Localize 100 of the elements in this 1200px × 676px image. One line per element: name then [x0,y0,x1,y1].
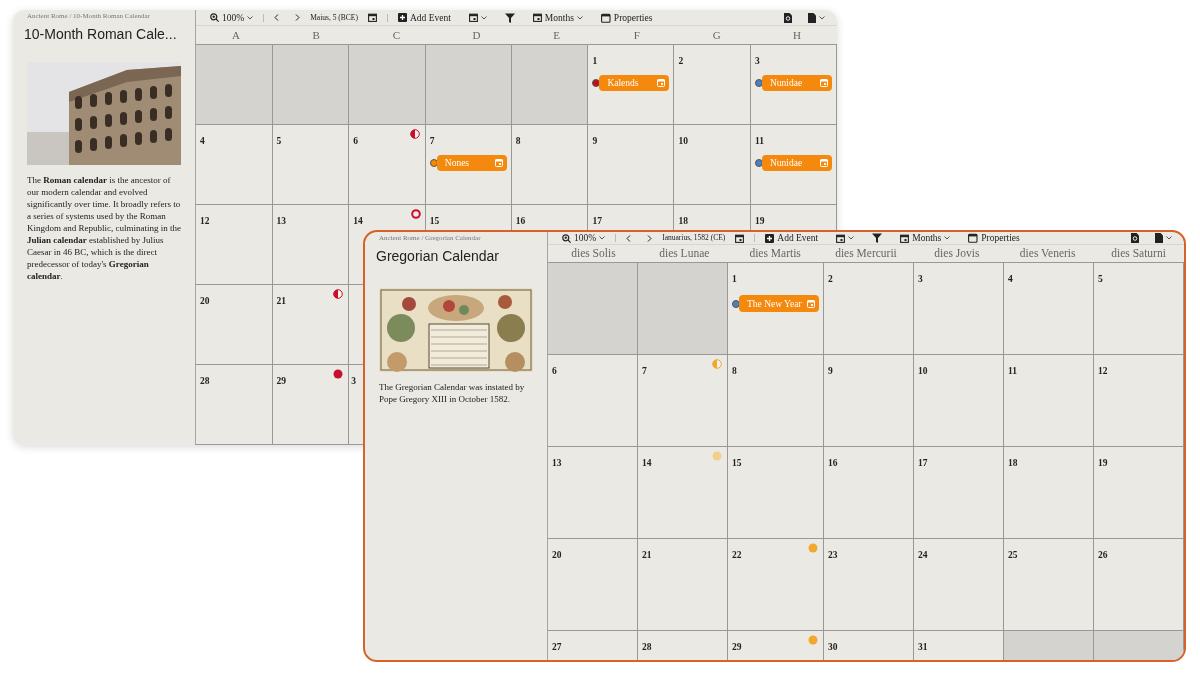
day-cell[interactable]: 7 [638,355,728,448]
day-cell[interactable]: 29 [272,365,350,445]
day-cell[interactable]: 5 [1094,263,1184,356]
calendar-icon [807,299,815,308]
day-cell[interactable]: 22 [728,539,824,632]
day-cell[interactable]: 9 [824,355,914,448]
column-header: A [231,27,242,43]
day-number: 19 [755,215,765,227]
day-cell[interactable]: 10 [914,355,1004,448]
filter-icon[interactable] [872,233,883,243]
day-cell[interactable]: 19 [751,205,837,230]
day-cell[interactable]: 16 [824,447,914,540]
day-cell[interactable]: 24 [914,539,1004,632]
day-cell[interactable]: 20 [196,285,273,365]
column-header: dies Veneris [1018,246,1077,261]
day-cell[interactable]: 5 [272,125,350,205]
add-event-button[interactable]: Add Event [397,11,451,24]
calendar-icon [820,79,828,87]
day-cell[interactable]: 17 [588,205,675,230]
day-cell[interactable]: 12 [196,205,273,285]
day-cell[interactable]: 19 [1094,447,1184,540]
day-cell[interactable]: 10 [674,125,751,205]
day-cell[interactable]: 18 [1004,447,1094,540]
day-number: 8 [732,365,737,378]
day-cell[interactable]: 11 Nunidae [751,125,837,205]
day-cell[interactable]: 21 [272,285,350,365]
day-number: 17 [592,215,602,227]
view-dropdown[interactable]: Months [532,11,583,24]
view-dropdown[interactable]: Months [900,232,951,244]
zoom-dropdown[interactable]: 100% [210,11,254,24]
day-cell[interactable]: 23 [824,539,914,632]
day-number: 6 [552,365,557,378]
chevron-left-icon[interactable] [274,14,280,22]
day-cell[interactable]: 21 [638,539,728,632]
properties-button[interactable]: Properties [600,11,653,24]
calendar-icon [900,233,910,243]
day-number: 29 [732,641,742,654]
day-cell[interactable]: 1 Kalends [588,45,675,125]
day-cell[interactable]: 9 [588,125,675,205]
chevron-right-icon[interactable] [647,234,653,242]
day-number: 16 [515,215,526,227]
day-cell[interactable]: 8 [511,125,589,205]
caret-icon [480,15,487,20]
calendar-icon [836,233,846,243]
calendar-icon[interactable] [735,233,745,243]
zoom-dropdown[interactable]: 100% [562,232,606,244]
document-icon [1155,233,1163,243]
day-cell[interactable]: 2 [674,45,751,125]
day-cell[interactable]: 6 [349,125,426,205]
day-cell[interactable]: 7 Nones [425,125,512,205]
calendar-dropdown[interactable] [836,233,855,243]
day-cell[interactable]: 8 [728,355,824,448]
day-cell[interactable]: 14 [349,205,426,230]
column-header: dies Saturni [1110,246,1167,261]
day-number: 4 [1008,273,1013,286]
day-cell[interactable]: 29 [728,631,824,660]
day-cell[interactable]: 6 [548,355,638,448]
document-dropdown[interactable] [1155,233,1172,243]
day-number: 7 [642,365,647,378]
calendar-dropdown[interactable] [468,13,487,23]
calendar-icon [468,13,478,23]
column-header: D [471,27,482,43]
properties-button[interactable]: Properties [968,232,1020,244]
chevron-right-icon[interactable] [295,14,301,22]
day-cell[interactable]: 18 [674,205,751,230]
day-number: 12 [1098,365,1108,378]
day-cell[interactable]: 4 [196,125,273,205]
document-search-icon[interactable] [784,12,792,23]
day-cell[interactable]: 3 [349,365,363,445]
document-search-icon[interactable] [1131,233,1139,243]
day-cell[interactable]: 13 [548,447,638,540]
day-cell[interactable]: 16 [511,205,589,230]
day-cell[interactable]: 27 [548,631,638,660]
add-event-button[interactable]: Add Event [765,232,819,244]
day-cell[interactable]: 2 [824,263,914,356]
document-dropdown[interactable] [808,12,825,23]
day-cell[interactable]: 3 Nunidae [751,45,837,125]
filter-icon[interactable] [504,12,515,23]
day-number: 24 [918,549,928,562]
plus-icon [397,13,407,23]
calendar-icon[interactable] [367,13,377,23]
day-cell[interactable]: 14 [638,447,728,540]
day-cell[interactable]: 30 [824,631,914,660]
day-cell[interactable]: 15 [425,205,512,230]
day-cell[interactable]: 20 [548,539,638,632]
day-cell[interactable]: 12 [1094,355,1184,448]
day-number: 30 [828,641,838,654]
day-cell[interactable]: 15 [728,447,824,540]
day-cell[interactable]: 13 [272,205,350,285]
day-cell[interactable]: 3 [914,263,1004,356]
day-cell[interactable]: 28 [196,365,273,445]
chevron-left-icon[interactable] [626,234,632,242]
day-cell[interactable]: 17 [914,447,1004,540]
day-cell[interactable]: 28 [638,631,728,660]
column-header: G [711,27,722,43]
day-cell[interactable]: 1 The New Year [728,263,824,356]
day-number: 8 [515,135,521,147]
description-text: The Gregorian Calendar was instated by Pope Gregory XIII in October 1582. [379,381,526,405]
day-cell[interactable]: 4 [1004,263,1094,356]
day-cell[interactable]: 11 [1004,355,1094,448]
